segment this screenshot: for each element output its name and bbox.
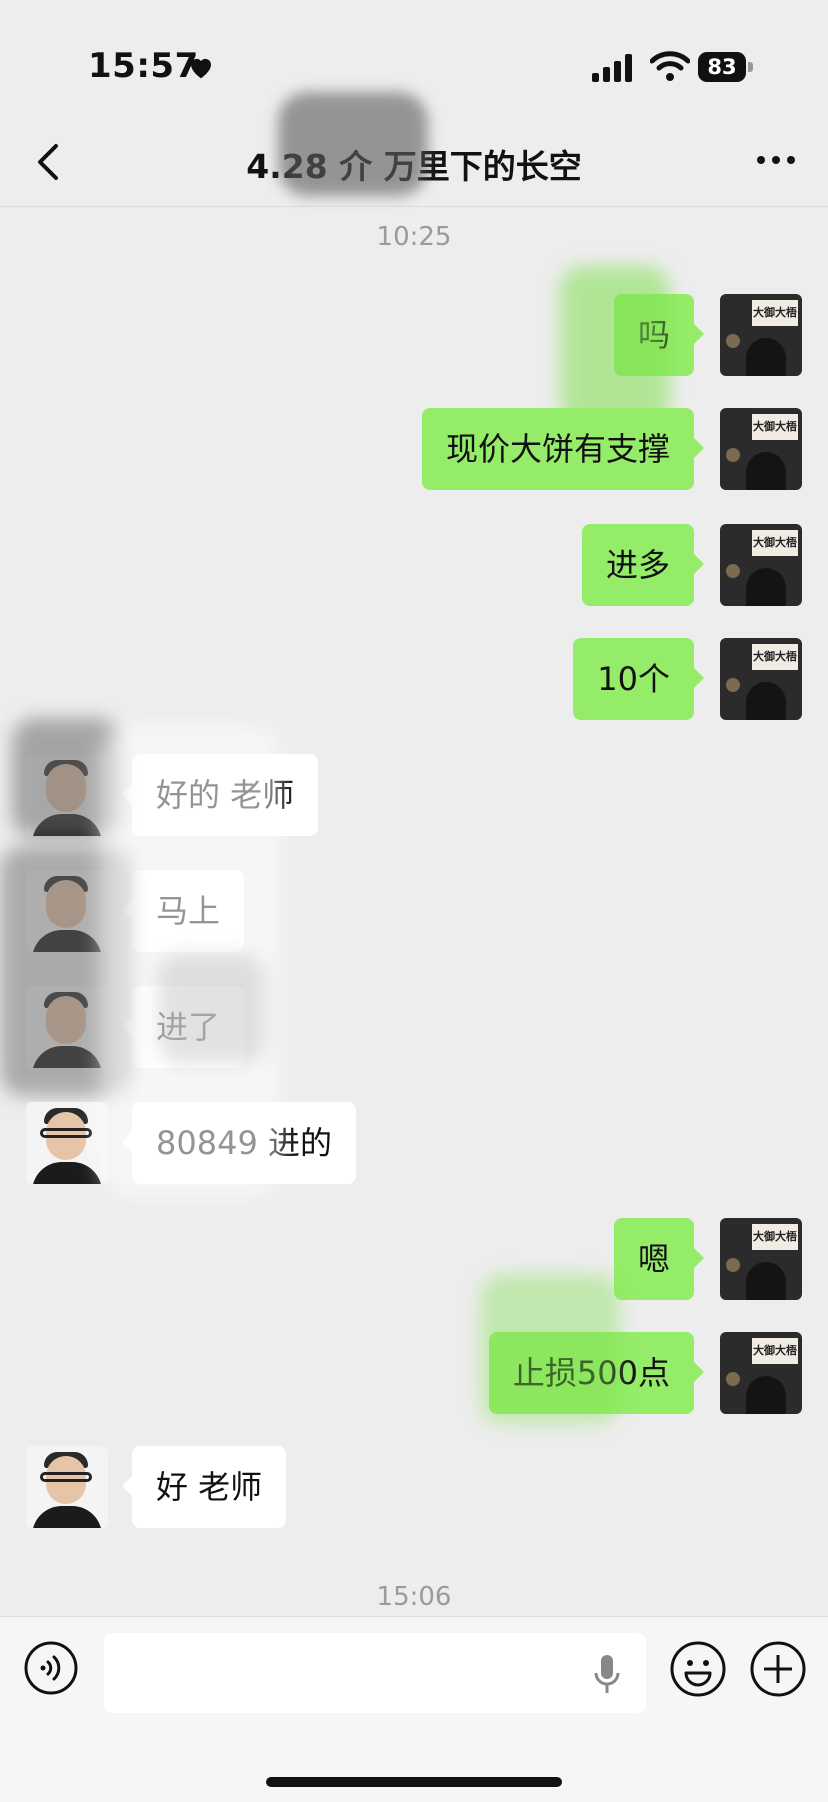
avatar-glasses: [40, 1472, 92, 1482]
chat-area[interactable]: 10:25 吗 大御大梧 现价大饼有支撑 大御大梧 进多 大御大梧 10个 大御…: [0, 206, 828, 1616]
smiley-icon[interactable]: [670, 1641, 726, 1697]
battery-indicator: 83: [698, 52, 754, 82]
avatar-sign: 大御大梧: [752, 1338, 798, 1364]
message-row: 止损500点 大御大梧: [0, 1332, 828, 1416]
timestamp: 15:06: [376, 1582, 452, 1612]
avatar-body: [32, 1506, 102, 1528]
battery-tip: [748, 62, 753, 72]
avatar[interactable]: [26, 1102, 108, 1184]
message-bubble[interactable]: 现价大饼有支撑: [421, 408, 705, 490]
avatar[interactable]: 大御大梧: [720, 294, 802, 376]
message-row: 好 老师: [0, 1446, 828, 1530]
message-input[interactable]: [104, 1633, 646, 1713]
microphone-icon[interactable]: [592, 1653, 622, 1695]
message-bubble[interactable]: 好 老师: [121, 1446, 287, 1528]
redaction-smudge: [480, 1274, 620, 1424]
input-bar: [0, 1616, 828, 1802]
message-bubble[interactable]: 嗯: [613, 1218, 705, 1300]
avatar-glasses: [40, 1128, 92, 1138]
message-row: 进多 大御大梧: [0, 524, 828, 608]
avatar[interactable]: 大御大梧: [720, 1332, 802, 1414]
avatar-lamp: [726, 678, 740, 692]
plus-icon[interactable]: [750, 1641, 806, 1697]
avatar[interactable]: 大御大梧: [720, 638, 802, 720]
redaction-smudge: [560, 266, 670, 426]
redaction-smudge: [100, 726, 280, 1196]
timestamp: 10:25: [376, 222, 452, 252]
avatar-lamp: [726, 334, 740, 348]
avatar[interactable]: 大御大梧: [720, 1218, 802, 1300]
message-bubble[interactable]: 进多: [581, 524, 705, 606]
battery-level: 83: [698, 52, 746, 82]
avatar[interactable]: 大御大梧: [720, 524, 802, 606]
avatar-sign: 大御大梧: [752, 300, 798, 326]
avatar[interactable]: 大御大梧: [720, 408, 802, 490]
message-row: 现价大饼有支撑 大御大梧: [0, 408, 828, 492]
avatar-lamp: [726, 448, 740, 462]
avatar-person: [746, 568, 786, 606]
avatar-person: [746, 338, 786, 376]
title-redaction: [278, 92, 428, 196]
avatar-sign: 大御大梧: [752, 644, 798, 670]
wifi-icon: [650, 51, 690, 81]
avatar-lamp: [726, 1372, 740, 1386]
signal-icon: [592, 54, 632, 82]
avatar-sign: 大御大梧: [752, 530, 798, 556]
avatar-lamp: [726, 1258, 740, 1272]
avatar-body: [32, 1162, 102, 1184]
message-row: 嗯 大御大梧: [0, 1218, 828, 1302]
avatar-person: [746, 452, 786, 490]
status-time: 15:57: [88, 46, 199, 86]
home-indicator[interactable]: [266, 1777, 562, 1787]
avatar-lamp: [726, 564, 740, 578]
avatar[interactable]: [26, 1446, 108, 1528]
heart-icon: [191, 58, 211, 79]
avatar-sign: 大御大梧: [752, 1224, 798, 1250]
ellipsis-icon[interactable]: [755, 150, 797, 170]
chevron-left-icon[interactable]: [30, 140, 70, 184]
message-row: 10个 大御大梧: [0, 638, 828, 722]
message-row: 吗 大御大梧: [0, 294, 828, 378]
avatar-person: [746, 682, 786, 720]
avatar-sign: 大御大梧: [752, 414, 798, 440]
voice-icon[interactable]: [24, 1641, 78, 1695]
message-bubble[interactable]: 10个: [573, 638, 704, 720]
avatar-person: [746, 1262, 786, 1300]
avatar-person: [746, 1376, 786, 1414]
